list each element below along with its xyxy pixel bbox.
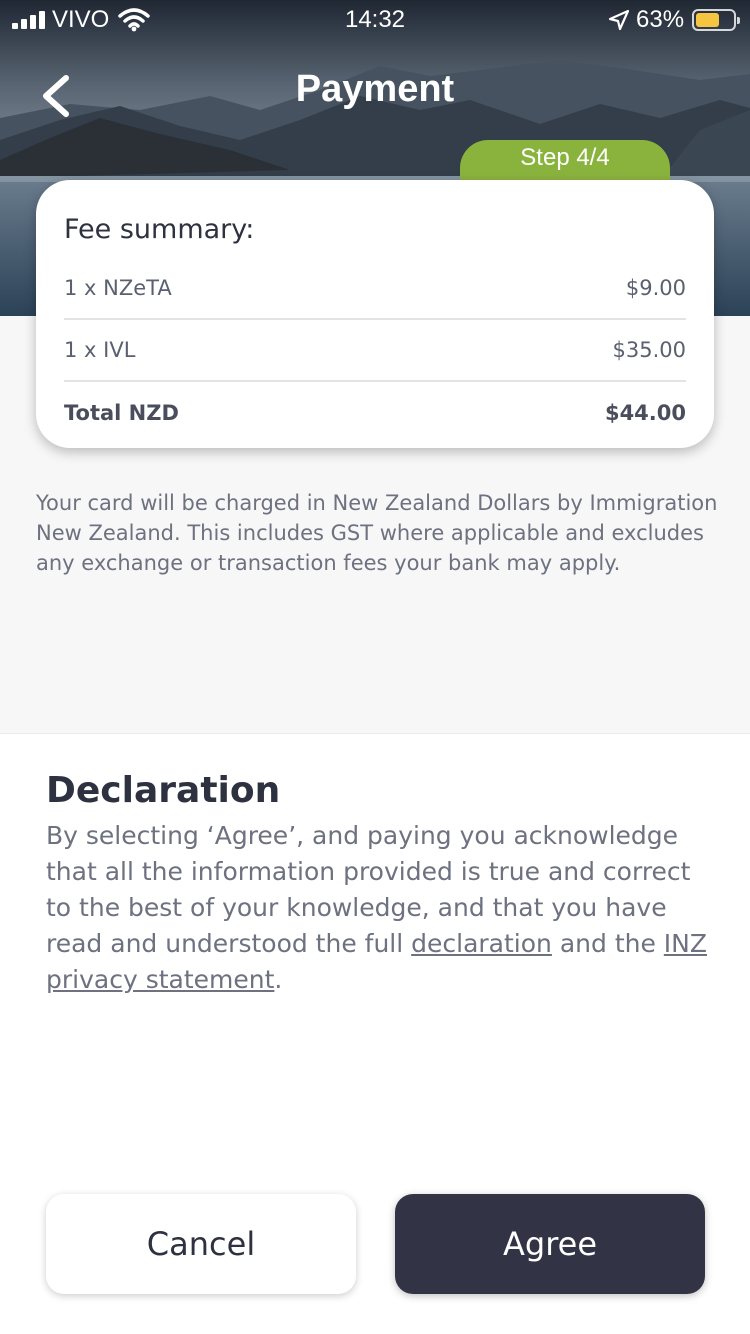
fee-label: 1 x NZeTA — [64, 276, 172, 300]
status-bar: VIVO 14:32 63% — [0, 0, 750, 40]
declaration-link[interactable]: declaration — [411, 929, 552, 958]
fee-label: 1 x IVL — [64, 338, 136, 362]
fee-summary-card: Fee summary: 1 x NZeTA $9.00 1 x IVL $35… — [36, 180, 714, 448]
total-amount: $44.00 — [604, 401, 686, 425]
fee-row: 1 x NZeTA $9.00 — [64, 258, 686, 320]
cancel-button[interactable]: Cancel — [46, 1194, 356, 1294]
currency-note: Your card will be charged in New Zealand… — [36, 491, 718, 575]
agree-button[interactable]: Agree — [395, 1194, 705, 1294]
declaration-text-part: . — [274, 965, 283, 994]
fee-row: 1 x IVL $35.00 — [64, 320, 686, 382]
total-label: Total NZD — [64, 401, 179, 425]
declaration-heading: Declaration — [46, 770, 281, 811]
battery-percent: 63% — [636, 6, 685, 33]
fee-amount: $9.00 — [625, 276, 686, 300]
location-icon — [608, 9, 630, 31]
declaration-text-part: and the — [551, 929, 664, 958]
fee-total-row: Total NZD $44.00 — [64, 382, 686, 444]
fee-amount: $35.00 — [612, 338, 686, 362]
payment-screen: VIVO 14:32 63% Payment Step 4/4 Fee summ… — [0, 0, 750, 1334]
declaration-text: By selecting ‘Agree’, and paying you ack… — [46, 818, 716, 998]
fee-summary-heading: Fee summary: — [64, 214, 255, 245]
battery-icon — [692, 9, 740, 31]
page-title: Payment — [295, 68, 455, 110]
